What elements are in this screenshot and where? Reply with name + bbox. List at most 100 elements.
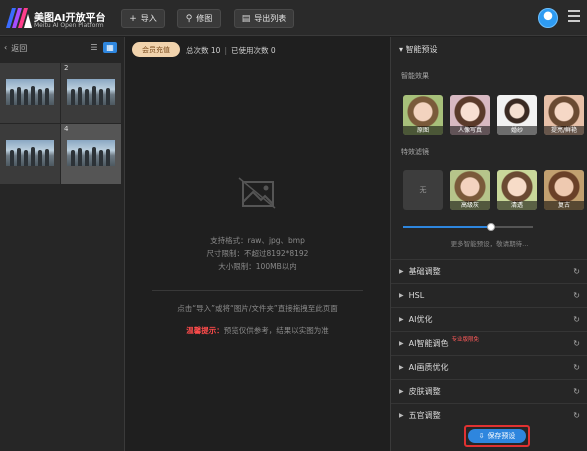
- section-label: 基础调整: [408, 266, 441, 276]
- image-upload-icon: [238, 177, 276, 209]
- section-facial-adjust[interactable]: ▶ 五官调整 ↻: [391, 403, 587, 426]
- filter-label: 清透: [497, 201, 537, 210]
- save-icon: ⇩: [478, 432, 485, 440]
- section-label: 皮肤调整: [408, 386, 441, 396]
- export-icon: ▤: [241, 13, 251, 24]
- export-list-button[interactable]: ▤ 导出列表: [234, 9, 294, 28]
- chevron-right-icon: ▶: [399, 387, 404, 395]
- save-preset-button[interactable]: ⇩ 保存预设: [468, 429, 526, 443]
- import-label: 导入: [140, 14, 157, 23]
- save-preset-highlight: ⇩ 保存预设: [464, 425, 530, 447]
- left-panel: ‹ 返回 ☰ ▦ 2 4: [0, 37, 125, 451]
- chevron-left-icon: ‹: [4, 43, 8, 52]
- section-ai-color[interactable]: ▶ AI智能调色 专业版限免 ↻: [391, 331, 587, 354]
- retouch-button[interactable]: ⚲ 修图: [177, 9, 221, 28]
- thumbnail-number: 2: [64, 64, 69, 72]
- supported-formats: 支持格式：raw、jpg、bmp: [210, 236, 305, 245]
- section-label: AI优化: [408, 314, 433, 324]
- chevron-right-icon: ▶: [399, 363, 404, 371]
- slider-handle[interactable]: [487, 223, 496, 231]
- warning-text: 温馨提示：预览仅供参考，结果以实图为准: [126, 325, 389, 336]
- divider: [152, 290, 363, 291]
- vip-recharge-button[interactable]: 会员充值: [132, 42, 180, 57]
- top-bar: 美图AI开放平台 Meitu AI Open Platform + 导入 ⚲ 修…: [0, 0, 587, 36]
- warning-body: 预览仅供参考，结果以实图为准: [223, 326, 329, 335]
- back-label: 返回: [11, 44, 28, 53]
- reset-icon[interactable]: ↻: [573, 363, 580, 372]
- group-photo: [67, 140, 115, 166]
- filter-clear[interactable]: 清透: [497, 170, 537, 210]
- thumbnail-2[interactable]: 2: [61, 63, 121, 123]
- chevron-right-icon: ▶: [399, 411, 404, 419]
- thumbnail-1[interactable]: [0, 63, 60, 123]
- smart-preset-header[interactable]: ▾ 智能预设: [399, 44, 438, 55]
- total-count: 总次数 10: [186, 46, 221, 55]
- section-skin-adjust[interactable]: ▶ 皮肤调整 ↻: [391, 379, 587, 402]
- section-hsl[interactable]: ▶ HSL ↻: [391, 283, 587, 306]
- chevron-right-icon: ▶: [399, 315, 404, 323]
- slider-fill: [403, 226, 492, 228]
- retouch-label: 修图: [196, 14, 213, 23]
- grid-view-icon[interactable]: ▦: [103, 42, 117, 53]
- reset-icon[interactable]: ↻: [573, 387, 580, 396]
- section-ai-optimize[interactable]: ▶ AI优化 ↻: [391, 307, 587, 330]
- filter-advanced-gray[interactable]: 高级灰: [450, 170, 490, 210]
- file-limit: 大小限制：100MB以内: [218, 262, 297, 271]
- export-list-label: 导出列表: [254, 14, 287, 23]
- filter-none-label: 无: [419, 186, 427, 194]
- intensity-slider[interactable]: [403, 223, 533, 231]
- filter-label: 高级灰: [450, 201, 490, 210]
- brand-subtitle: Meitu AI Open Platform: [34, 22, 104, 29]
- thumbnail-3[interactable]: [0, 124, 60, 184]
- effect-portrait[interactable]: 人像写真: [450, 95, 490, 135]
- section-label: AI画质优化: [408, 362, 449, 372]
- effect-label: 提亮/鲜艳: [544, 126, 584, 135]
- effect-label: 原图: [403, 126, 443, 135]
- promo-tag: 专业版限免: [451, 337, 479, 343]
- section-label: 五官调整: [408, 410, 441, 420]
- filter-label: 复古: [544, 201, 584, 210]
- chevron-right-icon: ▶: [399, 291, 404, 299]
- effect-brighten[interactable]: 提亮/鲜艳: [544, 95, 584, 135]
- effect-original[interactable]: 原图: [403, 95, 443, 135]
- reset-icon[interactable]: ↻: [573, 411, 580, 420]
- section-basic-adjust[interactable]: ▶ 基础调整 ↻: [391, 259, 587, 282]
- effect-label: 人像写真: [450, 126, 490, 135]
- section-ai-quality[interactable]: ▶ AI画质优化 ↻: [391, 355, 587, 378]
- view-toggle: ☰ ▦: [87, 42, 117, 53]
- canvas-area[interactable]: 会员充值 总次数 10 | 已使用次数 0 支持格式：raw、jpg、bmp 尺寸限…: [126, 37, 389, 451]
- plus-icon: +: [129, 13, 137, 24]
- chevron-down-icon: ▾: [399, 45, 404, 54]
- drop-hint: 点击“导入”或将“图片/文件夹”直接拖拽至此页面: [177, 304, 338, 313]
- more-presets-hint: 更多智能预设，敬请期待...: [450, 240, 529, 248]
- thumbnail-number: 4: [64, 125, 69, 133]
- menu-icon[interactable]: [568, 10, 580, 24]
- smart-preset-title: 智能预设: [405, 45, 438, 54]
- reset-icon[interactable]: ↻: [573, 315, 580, 324]
- back-button[interactable]: ‹ 返回: [4, 43, 27, 54]
- effect-wedding[interactable]: 婚纱: [497, 95, 537, 135]
- group-photo: [6, 140, 54, 166]
- save-preset-label: 保存预设: [487, 432, 516, 440]
- group-photo: [67, 79, 115, 105]
- import-button[interactable]: + 导入: [121, 9, 165, 28]
- reset-icon[interactable]: ↻: [573, 267, 580, 276]
- reset-icon[interactable]: ↻: [573, 291, 580, 300]
- group-photo: [6, 79, 54, 105]
- reset-icon[interactable]: ↻: [573, 339, 580, 348]
- thumbnail-4[interactable]: 4: [61, 124, 121, 184]
- section-label: AI智能调色: [408, 338, 449, 348]
- effect-label: 婚纱: [497, 126, 537, 135]
- filter-retro[interactable]: 复古: [544, 170, 584, 210]
- right-panel: ▾ 智能预设 智能效果 原图 人像写真 婚纱 提亮/鲜艳 特效滤镜 无 高级灰 …: [390, 37, 587, 451]
- avatar[interactable]: [538, 8, 558, 28]
- list-view-icon[interactable]: ☰: [87, 42, 101, 53]
- chevron-right-icon: ▶: [399, 267, 404, 275]
- section-label: HSL: [408, 290, 425, 300]
- filter-none[interactable]: 无: [403, 170, 443, 210]
- magic-wand-icon: ⚲: [185, 13, 193, 24]
- meitu-logo: [6, 8, 32, 28]
- warning-label: 温馨提示：: [186, 326, 224, 335]
- filters-label: 特效滤镜: [401, 148, 429, 156]
- size-limit: 尺寸限制：不超过8192*8192: [206, 249, 309, 258]
